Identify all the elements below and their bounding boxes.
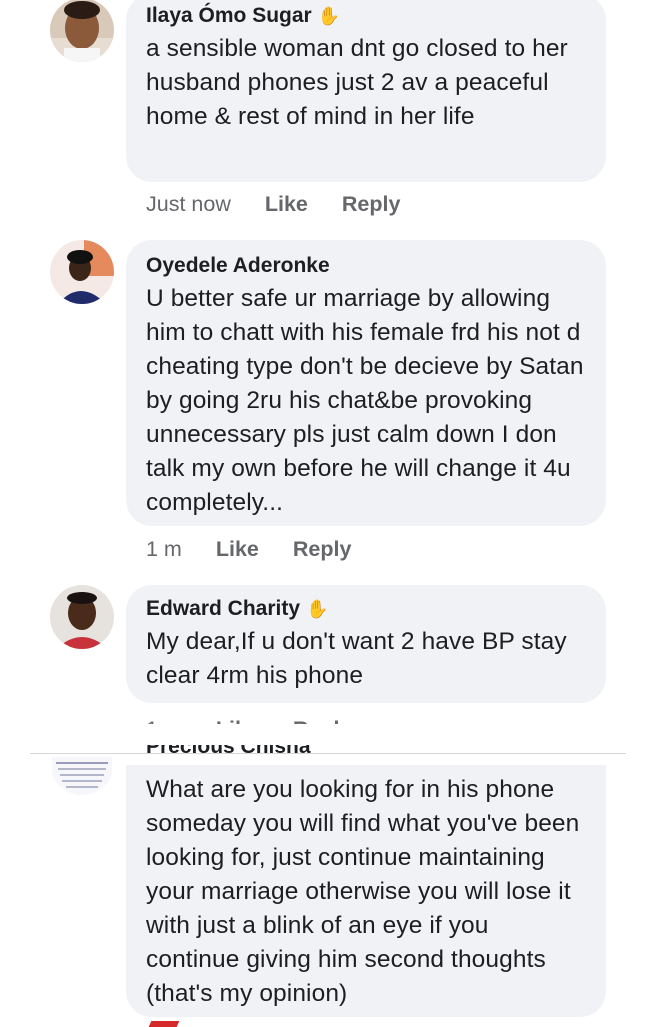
- like-button[interactable]: Like: [216, 712, 259, 724]
- avatar[interactable]: [50, 0, 114, 62]
- reply-button[interactable]: Reply: [293, 537, 352, 562]
- like-button[interactable]: Like: [265, 192, 308, 217]
- comment-text: a sensible woman dnt go closed to her hu…: [146, 35, 568, 130]
- reply-button[interactable]: Reply: [293, 712, 352, 724]
- comment-time[interactable]: 1 m: [146, 537, 182, 562]
- avatar[interactable]: [50, 757, 114, 795]
- avatar[interactable]: [50, 240, 114, 304]
- comment-bubble: What are you looking for in his phone so…: [126, 765, 606, 1017]
- comment-actions: 1 m Like Reply: [146, 537, 351, 562]
- reply-button[interactable]: Reply: [342, 192, 401, 217]
- comment-actions: 1 m Like Reply: [146, 712, 351, 724]
- avatar[interactable]: [50, 585, 114, 649]
- waving-hand-icon: ✋: [306, 599, 329, 619]
- comment-author[interactable]: Ilaya Ómo Sugar ✋: [146, 2, 340, 30]
- comment-text: U better safe ur marriage by allowing hi…: [146, 285, 584, 516]
- comment-author[interactable]: Edward Charity ✋: [146, 595, 328, 623]
- comment-bubble: Ilaya Ómo Sugar ✋ a sensible woman dnt g…: [126, 0, 606, 182]
- comment-bubble: Oyedele Aderonke U better safe ur marria…: [126, 240, 606, 526]
- comment-time[interactable]: 1 m: [146, 712, 182, 724]
- comment-text: My dear,If u don't want 2 have BP stay c…: [146, 628, 567, 689]
- like-button[interactable]: Like: [216, 537, 259, 562]
- waving-hand-icon: ✋: [317, 6, 341, 26]
- comment-author[interactable]: Precious Chisha: [146, 745, 311, 763]
- comment-author[interactable]: Oyedele Aderonke: [146, 252, 330, 280]
- comment-text: What are you looking for in his phone so…: [146, 776, 580, 1007]
- comment-time[interactable]: Just now: [146, 192, 231, 217]
- comment-actions: Just now Like Reply: [146, 192, 400, 217]
- red-mark: [148, 1021, 180, 1027]
- comment-bubble: Edward Charity ✋ My dear,If u don't want…: [126, 585, 606, 703]
- screenshot-divider: [30, 753, 626, 754]
